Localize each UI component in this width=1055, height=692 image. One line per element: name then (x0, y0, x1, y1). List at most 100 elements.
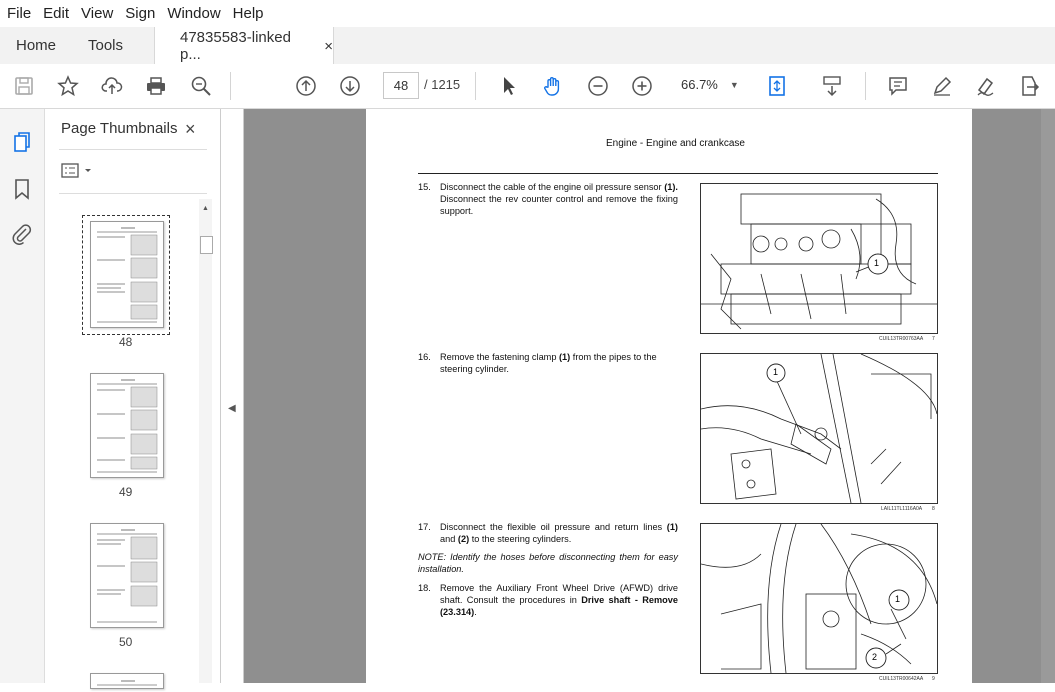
toolbar-divider (865, 72, 866, 100)
panel-collapse-strip[interactable]: ◀ (221, 109, 244, 683)
close-icon[interactable]: × (185, 119, 196, 140)
document-page: Engine - Engine and crankcase 15. Discon… (366, 109, 972, 683)
menu-edit[interactable]: Edit (37, 5, 75, 22)
panel-divider (59, 193, 207, 194)
step-16-text: Remove the fastening clamp (1) from the … (440, 351, 678, 375)
step-16-callout: (1) (559, 352, 571, 362)
callout-label: 1 (874, 258, 880, 268)
step-16-text-a: Remove the fastening clamp (440, 352, 557, 362)
thumbnail-preview (97, 529, 158, 623)
page-header: Engine - Engine and crankcase (606, 138, 745, 149)
step-17-callout-2: (2) (457, 534, 470, 544)
figure-caption: CUIL13TR00642AA (879, 676, 924, 682)
sign-icon[interactable] (974, 74, 998, 98)
zoom-search-icon[interactable] (189, 74, 213, 98)
pen-icon[interactable] (930, 74, 954, 98)
thumbnails-icon[interactable] (11, 131, 33, 153)
step-15-text: Disconnect the cable of the engine oil p… (440, 181, 678, 217)
tab-home[interactable]: Home (16, 27, 56, 64)
callout-label: 2 (872, 652, 878, 662)
step-18-text: Remove the Auxiliary Front Wheel Drive (… (440, 582, 678, 618)
export-icon[interactable] (1017, 74, 1041, 98)
step-17-text-c: and (440, 534, 456, 544)
thumbnail-label: 50 (119, 635, 133, 649)
header-rule (418, 173, 938, 174)
options-menu-icon (61, 163, 91, 178)
attachments-icon[interactable] (11, 223, 33, 245)
scroll-mode-icon[interactable] (820, 74, 844, 98)
menu-help[interactable]: Help (227, 5, 270, 22)
step-17-text: Disconnect the flexible oil pressure and… (440, 521, 678, 545)
thumbnails-panel: Page Thumbnails × 48 49 50 ▲ (45, 109, 221, 689)
thumbnail-page[interactable] (90, 673, 164, 689)
figure-clamp-drawing (701, 354, 937, 503)
step-number: 18. (418, 583, 431, 593)
figure-engine-sensor: 1 (700, 183, 938, 334)
note-text: NOTE: Identify the hoses before disconne… (418, 552, 678, 574)
zoom-select[interactable]: 66.7% ▼ (673, 72, 743, 97)
hand-icon[interactable] (541, 74, 565, 98)
collapse-arrow-icon[interactable]: ◀ (228, 403, 236, 414)
panel-title: Page Thumbnails (61, 120, 178, 137)
toolbar (0, 64, 1055, 109)
comment-icon[interactable] (886, 74, 910, 98)
scroll-up-icon[interactable]: ▲ (202, 205, 209, 212)
zoom-out-icon[interactable] (586, 74, 610, 98)
panel-divider (59, 149, 207, 150)
chevron-down-icon: ▼ (729, 79, 739, 90)
figure-oil-lines-drawing (701, 524, 937, 673)
thumbnail-options-button[interactable] (61, 163, 95, 184)
document-scrollbar[interactable] (1041, 109, 1055, 683)
page-total: / 1215 (424, 77, 461, 92)
figure-number: 7 (932, 336, 935, 342)
step-number: 15. (418, 182, 431, 192)
figure-oil-lines: 1 2 (700, 523, 938, 674)
menu-window[interactable]: Window (161, 5, 226, 22)
step-number: 17. (418, 522, 431, 532)
left-rail (0, 109, 45, 683)
select-arrow-icon[interactable] (497, 74, 521, 98)
figure-caption: CUIL13TR00763AA (879, 336, 924, 342)
step-15-text-a: Disconnect the cable of the engine oil p… (440, 182, 662, 192)
tab-close-icon[interactable]: × (324, 38, 333, 55)
tab-tools[interactable]: Tools (88, 27, 123, 64)
page-up-icon[interactable] (294, 74, 318, 98)
menu-sign[interactable]: Sign (119, 5, 161, 22)
upload-icon[interactable] (100, 74, 124, 98)
thumbnail-label: 49 (119, 485, 133, 499)
step-18-text-c: . (474, 607, 477, 617)
document-view[interactable]: Engine - Engine and crankcase 15. Discon… (244, 109, 1055, 683)
bookmarks-icon[interactable] (11, 178, 33, 200)
step-17-text-e: to the steering cylinders. (471, 534, 572, 544)
page-number-input[interactable]: 48 (383, 72, 419, 99)
menu-bar: File Edit View Sign Window Help (0, 0, 1055, 27)
menu-file[interactable]: File (0, 5, 37, 22)
tab-document-label: 47835583-linked p... (180, 29, 291, 63)
bookmark-star-icon[interactable] (56, 74, 80, 98)
thumbnails-scrollbar[interactable]: ▲ (199, 199, 213, 683)
tab-document[interactable]: 47835583-linked p... × (154, 27, 334, 65)
thumbnail-page[interactable] (90, 221, 164, 328)
figure-engine-drawing (701, 193, 937, 330)
figure-number: 8 (932, 506, 935, 512)
menu-view[interactable]: View (75, 5, 119, 22)
thumbnail-preview (97, 379, 158, 473)
page-down-icon[interactable] (338, 74, 362, 98)
step-number: 16. (418, 352, 431, 362)
figure-number: 9 (932, 676, 935, 682)
figure-caption: LAIL11TL1116A0A (881, 506, 923, 512)
save-icon[interactable] (12, 74, 36, 98)
thumbnail-preview (97, 227, 158, 323)
scrollbar-thumb[interactable] (200, 236, 213, 254)
zoom-in-icon[interactable] (630, 74, 654, 98)
thumbnail-label: 48 (119, 335, 133, 349)
thumbnail-page[interactable] (90, 523, 164, 628)
callout-label: 1 (895, 594, 901, 604)
toolbar-divider (230, 72, 231, 100)
fit-page-icon[interactable] (765, 74, 789, 98)
step-17-callout-1: (1) (666, 522, 678, 532)
print-icon[interactable] (144, 74, 168, 98)
thumbnail-page[interactable] (90, 373, 164, 478)
figure-steering-clamp: 1 (700, 353, 938, 504)
toolbar-divider (475, 72, 476, 100)
